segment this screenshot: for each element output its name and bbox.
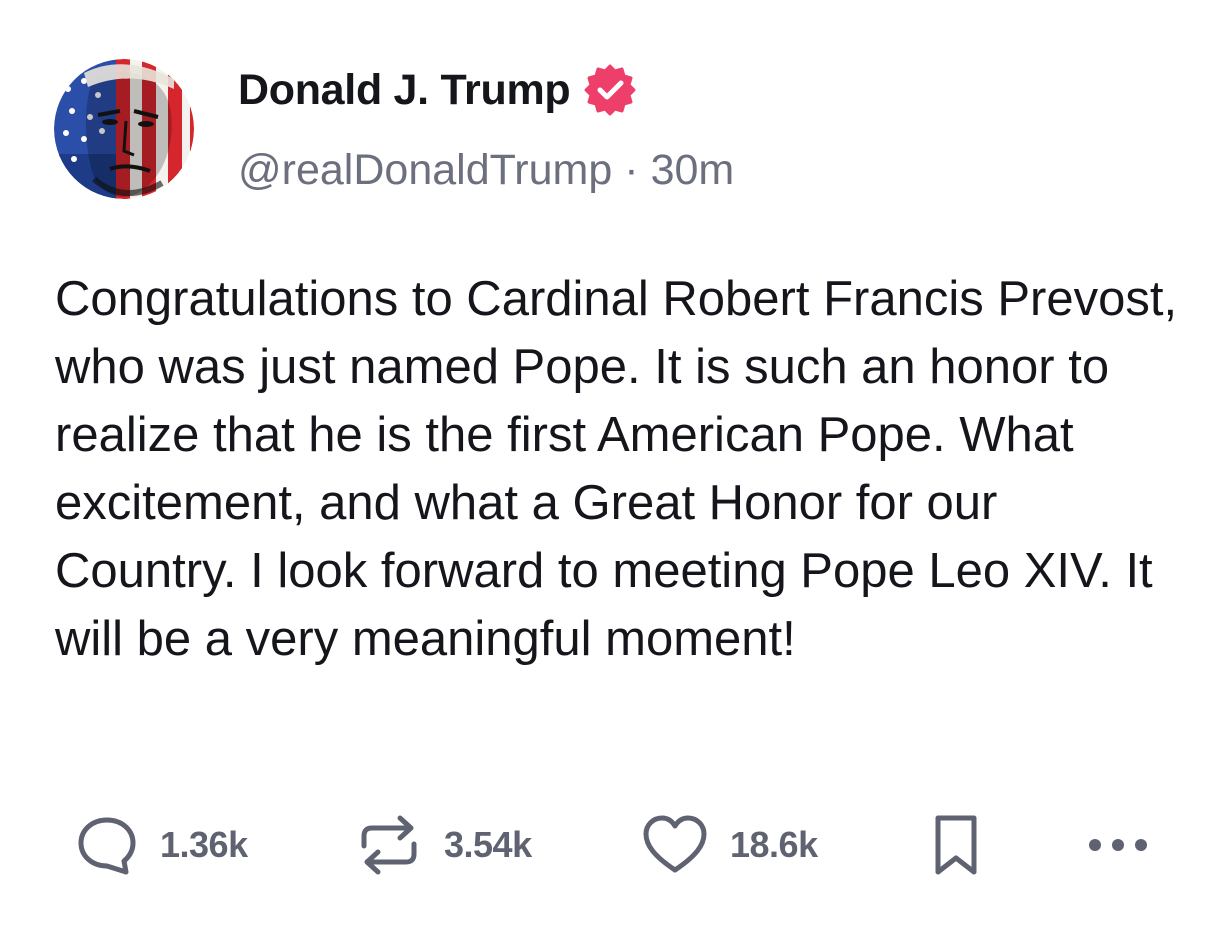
meta-separator: · xyxy=(624,146,639,194)
avatar-flag-portrait-icon xyxy=(54,59,194,199)
more-icon xyxy=(1085,830,1151,860)
repost-button[interactable]: 3.54k xyxy=(356,810,532,880)
repost-icon xyxy=(356,812,422,878)
more-options-button[interactable] xyxy=(1085,810,1151,880)
post-actions-bar: 1.36k 3.54k 18.6k xyxy=(0,810,1224,880)
author-display-name[interactable]: Donald J. Trump xyxy=(238,66,571,115)
avatar[interactable] xyxy=(54,59,194,199)
reply-count: 1.36k xyxy=(160,824,248,865)
bookmark-button[interactable] xyxy=(928,810,984,880)
author-name-row: Donald J. Trump xyxy=(238,62,636,118)
like-button[interactable]: 18.6k xyxy=(642,810,818,880)
verified-badge-icon xyxy=(584,64,636,116)
author-meta-row: @realDonaldTrump · 30m xyxy=(238,146,734,195)
bookmark-icon xyxy=(928,812,984,878)
post-timestamp[interactable]: 30m xyxy=(651,146,735,195)
post-card: Donald J. Trump @realDonaldTrump · 30m C… xyxy=(0,0,1224,941)
repost-count: 3.54k xyxy=(444,824,532,865)
reply-icon xyxy=(76,814,138,876)
post-body-text: Congratulations to Cardinal Robert Franc… xyxy=(55,272,1178,666)
reply-button[interactable]: 1.36k xyxy=(76,810,248,880)
like-count: 18.6k xyxy=(730,824,818,865)
author-handle[interactable]: @realDonaldTrump xyxy=(238,146,612,195)
heart-icon xyxy=(642,814,708,876)
